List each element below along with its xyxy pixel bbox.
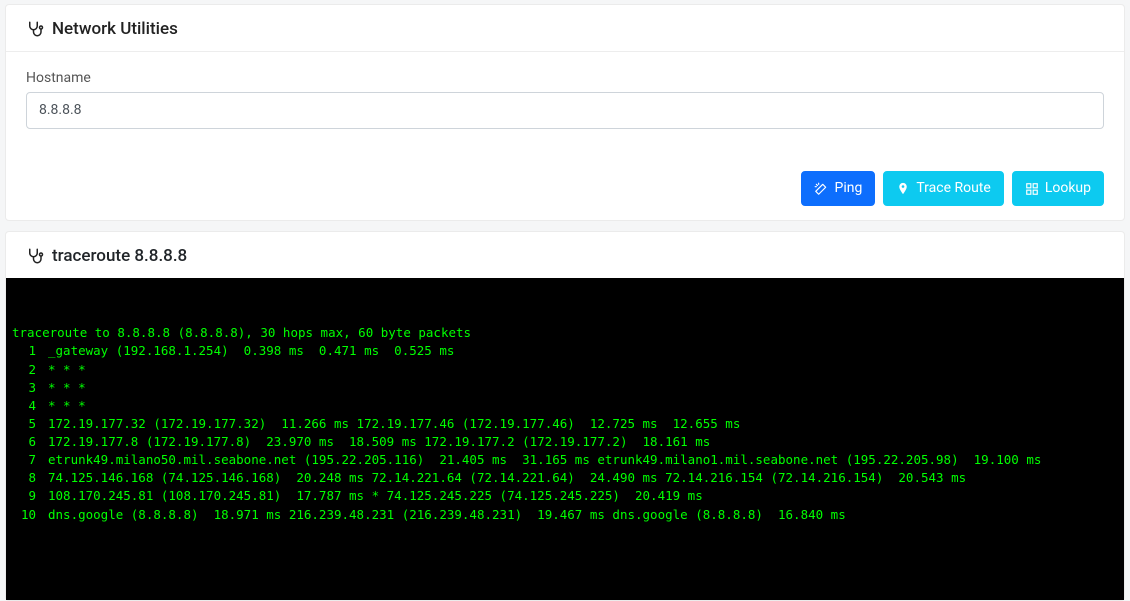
hop-number: 10 <box>12 506 38 524</box>
hop-text: etrunk49.milano50.mil.seabone.net (195.2… <box>38 451 1041 469</box>
lookup-button-label: Lookup <box>1045 178 1091 199</box>
card-header: Network Utilities <box>6 5 1124 52</box>
card-body: Hostname <box>6 52 1124 129</box>
terminal-line: traceroute to 8.8.8.8 (8.8.8.8), 30 hops… <box>12 324 1118 342</box>
grid-icon <box>1025 182 1039 196</box>
terminal-line: 4* * * <box>12 397 1118 415</box>
hostname-input[interactable] <box>26 92 1104 129</box>
terminal-line: 9108.170.245.81 (108.170.245.81) 17.787 … <box>12 487 1118 505</box>
hop-number: 6 <box>12 433 38 451</box>
terminal-line: 1_gateway (192.168.1.254) 0.398 ms 0.471… <box>12 342 1118 360</box>
hop-text: _gateway (192.168.1.254) 0.398 ms 0.471 … <box>38 342 454 360</box>
stethoscope-icon <box>26 20 44 38</box>
ping-button[interactable]: Ping <box>801 171 875 206</box>
hop-text: * * * <box>38 397 86 415</box>
wand-icon <box>814 182 828 196</box>
result-header: traceroute 8.8.8.8 <box>6 232 1124 278</box>
ping-button-label: Ping <box>834 178 862 199</box>
terminal-output[interactable]: traceroute to 8.8.8.8 (8.8.8.8), 30 hops… <box>6 278 1124 600</box>
hop-number: 3 <box>12 379 38 397</box>
hop-number: 7 <box>12 451 38 469</box>
hop-text: 108.170.245.81 (108.170.245.81) 17.787 m… <box>38 487 703 505</box>
hop-text: 172.19.177.32 (172.19.177.32) 11.266 ms … <box>38 415 740 433</box>
hop-number: 4 <box>12 397 38 415</box>
hop-text: dns.google (8.8.8.8) 18.971 ms 216.239.4… <box>38 506 846 524</box>
card-footer: Ping Trace Route <box>6 157 1124 220</box>
terminal-line: 6172.19.177.8 (172.19.177.8) 23.970 ms 1… <box>12 433 1118 451</box>
hop-number: 5 <box>12 415 38 433</box>
stethoscope-icon <box>26 247 44 265</box>
hop-number: 2 <box>12 361 38 379</box>
terminal-line: 3* * * <box>12 379 1118 397</box>
hop-number: 9 <box>12 487 38 505</box>
terminal-line: 7etrunk49.milano50.mil.seabone.net (195.… <box>12 451 1118 469</box>
card-title: Network Utilities <box>52 19 178 39</box>
terminal-line: 5172.19.177.32 (172.19.177.32) 11.266 ms… <box>12 415 1118 433</box>
hop-text: 172.19.177.8 (172.19.177.8) 23.970 ms 18… <box>38 433 710 451</box>
hop-number: 8 <box>12 469 38 487</box>
hostname-label: Hostname <box>26 70 1104 86</box>
pin-icon <box>896 182 910 196</box>
trace-route-button[interactable]: Trace Route <box>883 171 1003 206</box>
result-card: traceroute 8.8.8.8 traceroute to 8.8.8.8… <box>5 231 1125 601</box>
result-title: traceroute 8.8.8.8 <box>52 246 187 266</box>
hop-text: * * * <box>38 361 86 379</box>
hop-text: 74.125.146.168 (74.125.146.168) 20.248 m… <box>38 469 966 487</box>
resize-handle-icon <box>1110 586 1122 598</box>
terminal-line: 874.125.146.168 (74.125.146.168) 20.248 … <box>12 469 1118 487</box>
lookup-button[interactable]: Lookup <box>1012 171 1104 206</box>
hop-text: * * * <box>38 379 86 397</box>
terminal-line: 2* * * <box>12 361 1118 379</box>
trace-route-button-label: Trace Route <box>916 178 990 199</box>
hop-number: 1 <box>12 342 38 360</box>
terminal-line: 10dns.google (8.8.8.8) 18.971 ms 216.239… <box>12 506 1118 524</box>
network-utilities-card: Network Utilities Hostname Ping <box>5 4 1125 221</box>
